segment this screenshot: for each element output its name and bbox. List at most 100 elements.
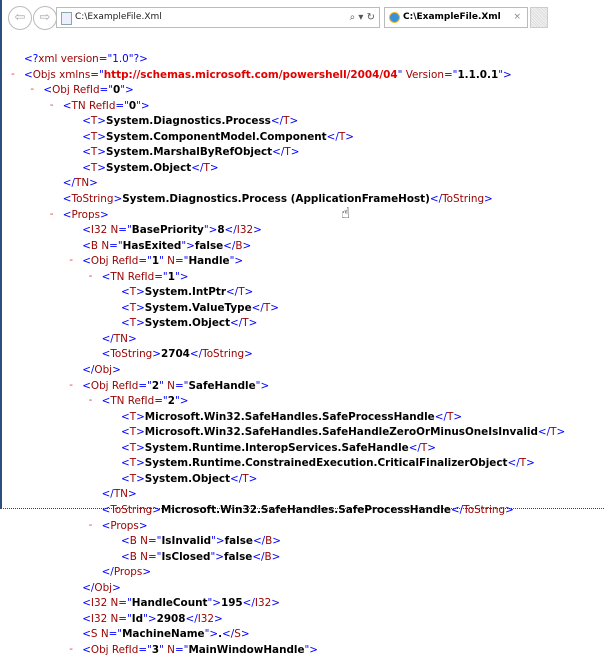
- xml-attr-name: RefId: [111, 643, 139, 656]
- xml-attr-value: 2: [151, 379, 160, 392]
- xml-tag-name: I32: [197, 612, 215, 625]
- collapse-toggle[interactable]: -: [30, 83, 34, 95]
- xml-punctuation: </: [191, 161, 204, 174]
- xml-line: <T>System.ValueType</T>: [121, 301, 279, 316]
- xml-punctuation: >: [526, 457, 535, 470]
- xml-punctuation: >: [112, 364, 121, 376]
- xml-line: <T>System.ComponentModel.Component</T>: [82, 130, 354, 145]
- xml-text: System.Runtime.ConstrainedExecution.Crit…: [144, 457, 508, 470]
- xml-punctuation: >: [209, 161, 219, 174]
- xml-tag-name: Objs: [32, 68, 60, 81]
- tab-title: C:\ExampleFile.Xml: [403, 12, 501, 22]
- xml-tag-name: B: [90, 239, 102, 252]
- xml-punctuation: </: [251, 301, 264, 314]
- collapse-toggle[interactable]: -: [69, 379, 73, 391]
- xml-punctuation: >: [290, 146, 300, 159]
- xml-punctuation: >: [97, 115, 106, 128]
- xml-attr-name: N: [167, 255, 175, 268]
- xml-text: System.Runtime.InteropServices.SafeHandl…: [144, 441, 409, 454]
- xml-text: Microsoft.Win32.SafeHandles.SafeProcessH…: [144, 410, 435, 423]
- xml-line: <I32 N="Id">2908</I32>: [82, 612, 223, 627]
- xml-attr-value: 1.1.0.1: [457, 68, 499, 81]
- xml-tag-name: B: [264, 550, 272, 563]
- refresh-icon[interactable]: ↻: [367, 12, 375, 23]
- xml-tag-name: B: [129, 550, 141, 563]
- xml-punctuation: >: [505, 503, 514, 516]
- xml-punctuation: </: [434, 410, 447, 423]
- xml-punctuation: >: [100, 208, 109, 221]
- collapse-toggle[interactable]: -: [11, 68, 15, 80]
- xml-punctuation: >: [289, 115, 299, 128]
- xml-tag-name: TN: [71, 99, 89, 112]
- xml-line: <I32 N="BasePriority">8</I32>: [82, 223, 262, 238]
- xml-text: System.Diagnostics.Process: [105, 115, 271, 128]
- collapse-toggle[interactable]: -: [89, 519, 93, 531]
- address-bar[interactable]: C:\ExampleFile.Xml ⌕ ▾ ↻: [56, 7, 380, 28]
- xml-text: false: [224, 535, 253, 548]
- xml-line: <I32 N="HandleCount">195</I32>: [82, 596, 280, 611]
- browser-tab[interactable]: C:\ExampleFile.Xml ×: [384, 7, 528, 28]
- hand-cursor-icon: ☝: [341, 204, 351, 222]
- xml-line: <TN RefId="1">: [102, 270, 189, 285]
- xml-punctuation: =": [138, 255, 152, 268]
- xml-attr-value: 2: [167, 395, 175, 408]
- forward-arrow-icon: ⇨: [39, 10, 51, 25]
- xml-punctuation: >: [138, 519, 148, 532]
- address-text[interactable]: C:\ExampleFile.Xml: [75, 8, 162, 27]
- xml-tag-name: Obj: [52, 84, 74, 97]
- xml-punctuation: </: [242, 597, 255, 610]
- xml-punctuation: 1.0: [112, 53, 129, 65]
- collapse-toggle[interactable]: -: [89, 394, 93, 406]
- xml-attr-name: xmlns: [59, 68, 91, 81]
- xml-punctuation: ": [159, 643, 168, 656]
- xml-line: <B N="IsInvalid">false</B>: [121, 534, 281, 549]
- xml-line: <T>System.MarshalByRefObject</T>: [82, 145, 299, 160]
- xml-tag-name: B: [265, 535, 273, 548]
- xml-line: <T>System.Object</T>: [121, 472, 257, 487]
- xml-punctuation: >: [136, 317, 145, 330]
- xml-punctuation: </: [252, 535, 266, 548]
- xml-tag-name: B: [235, 239, 243, 252]
- xml-text: 8: [217, 224, 225, 237]
- xml-punctuation: <?: [24, 53, 39, 65]
- close-tab-icon[interactable]: ×: [513, 8, 521, 27]
- xml-tag-name: Obj: [94, 581, 113, 594]
- xml-attr-name: N: [100, 628, 109, 641]
- collapse-toggle[interactable]: -: [89, 270, 93, 282]
- xml-attr-value: HasExited: [122, 239, 182, 252]
- xml-tag-name: Obj: [90, 643, 112, 656]
- xml-punctuation: <: [101, 270, 111, 283]
- forward-button[interactable]: ⇨: [33, 6, 57, 30]
- xml-punctuation: </: [252, 550, 265, 563]
- xml-punctuation: =": [138, 643, 152, 656]
- xml-line: <TN RefId="2">: [102, 394, 189, 409]
- xml-punctuation: ">: [255, 379, 270, 392]
- collapse-toggle[interactable]: -: [69, 643, 73, 655]
- xml-punctuation: </: [230, 472, 243, 485]
- xml-tag-name: S: [234, 628, 241, 641]
- xml-punctuation: >: [152, 348, 161, 361]
- xml-text: System.MarshalByRefObject: [105, 146, 273, 159]
- xml-punctuation: =": [99, 84, 114, 97]
- xml-punctuation: ">: [203, 224, 218, 237]
- xml-attr-name: N: [101, 239, 110, 252]
- xml-punctuation: <: [24, 68, 33, 81]
- collapse-toggle[interactable]: -: [69, 254, 73, 266]
- xml-punctuation: >: [453, 410, 463, 423]
- xml-tag-name: xml: [38, 53, 61, 65]
- search-icon[interactable]: ⌕ ▾: [350, 12, 364, 23]
- collapse-toggle[interactable]: -: [50, 208, 54, 220]
- xml-punctuation: <: [43, 84, 53, 97]
- xml-punctuation: >: [244, 286, 254, 299]
- xml-punctuation: =": [147, 550, 162, 563]
- xml-line: <T>System.Diagnostics.Process</T>: [82, 114, 298, 129]
- xml-attr-value: 1: [151, 255, 160, 268]
- xml-punctuation: </: [326, 130, 339, 143]
- xml-text: System.Object: [105, 161, 192, 174]
- back-button[interactable]: ⇦: [8, 6, 32, 30]
- new-tab-button[interactable]: [530, 7, 548, 28]
- xml-attr-name: RefId: [88, 99, 116, 112]
- xml-punctuation: <: [101, 395, 111, 408]
- collapse-toggle[interactable]: -: [50, 99, 54, 111]
- xml-tag-name: TN: [113, 332, 128, 345]
